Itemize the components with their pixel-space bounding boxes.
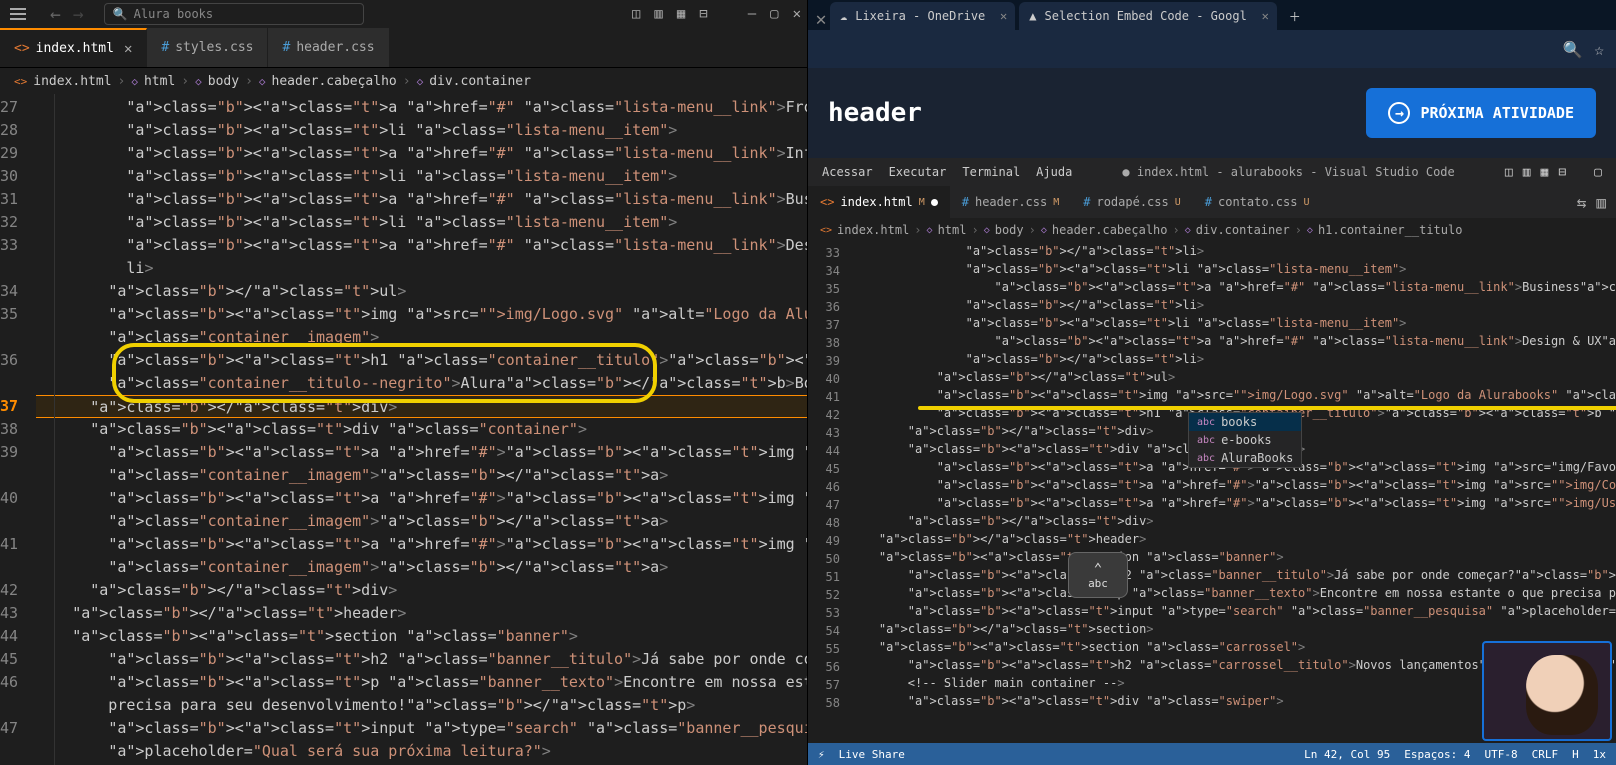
close-icon[interactable]: ✕ bbox=[124, 41, 132, 57]
vsc-breadcrumb[interactable]: <>index.html›◇html›◇body›◇header.cabeçal… bbox=[808, 218, 1616, 242]
left-vscode-window: ← → 🔍 Alura books ◫ ▥ ▦ ⊟ — ▢ ✕ <>index.… bbox=[0, 0, 808, 765]
layout-icon[interactable]: ◫ bbox=[632, 6, 640, 22]
breadcrumb[interactable]: <>index.html›◇html›◇body›◇header.cabeçal… bbox=[0, 68, 807, 94]
favicon: ▲ bbox=[1029, 9, 1036, 23]
cursor-position[interactable]: Ln 42, Col 95 bbox=[1304, 748, 1390, 761]
editor-tab[interactable]: <>index.htmlM bbox=[808, 186, 950, 218]
new-tab-button[interactable]: ＋ bbox=[1281, 2, 1309, 30]
remote-icon[interactable]: ⚡ bbox=[818, 748, 825, 761]
layout-icon[interactable]: ▥ bbox=[1523, 165, 1531, 180]
menu-item[interactable]: Ajuda bbox=[1036, 165, 1072, 179]
encoding[interactable]: UTF-8 bbox=[1485, 748, 1518, 761]
intellisense-popup[interactable]: abcbooksabce-booksabcAluraBooks bbox=[1188, 412, 1302, 468]
layout-icon[interactable]: ⊟ bbox=[1558, 165, 1566, 180]
course-header: header → PRÓXIMA ATIVIDADE bbox=[808, 68, 1616, 158]
back-icon[interactable]: ← bbox=[50, 4, 61, 25]
forward-icon[interactable]: → bbox=[73, 4, 84, 25]
browser-tab[interactable]: ☁Lixeira - OneDrive✕ bbox=[830, 2, 1015, 30]
editor-tab[interactable]: #header.cssM bbox=[950, 186, 1072, 218]
menu-item[interactable]: Executar bbox=[889, 165, 947, 179]
star-icon[interactable]: ☆ bbox=[1594, 40, 1604, 59]
code-editor[interactable]: 2728293031323334353637383940414243444546… bbox=[0, 94, 807, 765]
status-bar: ⚡ Live Share Ln 42, Col 95 Espaços: 4 UT… bbox=[808, 743, 1616, 765]
layout-icon[interactable]: ◫ bbox=[1505, 165, 1513, 180]
favicon: ☁ bbox=[840, 9, 847, 23]
layout-icon[interactable]: ▦ bbox=[1541, 165, 1549, 180]
menu-item[interactable]: Acessar bbox=[822, 165, 873, 179]
editor-tab[interactable]: #styles.css bbox=[147, 28, 268, 67]
editor-tab[interactable]: #header.css bbox=[268, 28, 389, 67]
modified-dot bbox=[931, 199, 938, 206]
vsc-menubar: Acessar Executar Terminal Ajuda ● index.htm… bbox=[808, 158, 1616, 186]
arrow-right-icon: → bbox=[1388, 102, 1410, 124]
close-icon[interactable]: ✕ bbox=[793, 6, 801, 22]
editor-tab[interactable]: #rodapé.cssU bbox=[1071, 186, 1193, 218]
editor-tabs: <>index.html✕#styles.css#header.css bbox=[0, 28, 807, 68]
layout-icon[interactable]: ⊟ bbox=[699, 6, 707, 22]
search-text: Alura books bbox=[134, 7, 213, 21]
embedded-vscode: Acessar Executar Terminal Ajuda ● index.htm… bbox=[808, 158, 1616, 765]
compare-icon[interactable]: ⇆ bbox=[1577, 193, 1587, 212]
layout-icon[interactable]: ▥ bbox=[654, 6, 662, 22]
browser-tab[interactable]: ▲Selection Embed Code - Googl✕ bbox=[1019, 2, 1277, 30]
lang[interactable]: H bbox=[1572, 748, 1579, 761]
eol[interactable]: CRLF bbox=[1532, 748, 1559, 761]
suggestion-item[interactable]: abcbooks bbox=[1189, 413, 1301, 431]
maximize-icon[interactable]: ▢ bbox=[770, 6, 778, 22]
next-activity-button[interactable]: → PRÓXIMA ATIVIDADE bbox=[1366, 88, 1596, 138]
minimize-icon[interactable]: — bbox=[748, 6, 756, 22]
right-browser-window: ✕ ☁Lixeira - OneDrive✕▲Selection Embed C… bbox=[808, 0, 1616, 765]
command-search[interactable]: 🔍 Alura books bbox=[104, 3, 364, 25]
vsc-window-title: ● index.html - alurabooks - Visual Studi… bbox=[1122, 165, 1454, 179]
live-share[interactable]: Live Share bbox=[839, 748, 905, 761]
tab-close-current[interactable]: ✕ bbox=[812, 9, 830, 30]
editor-tab[interactable]: <>index.html✕ bbox=[0, 28, 147, 67]
zoom[interactable]: 1x bbox=[1593, 748, 1606, 761]
webcam-overlay bbox=[1482, 641, 1612, 741]
browser-tabs: ✕ ☁Lixeira - OneDrive✕▲Selection Embed C… bbox=[808, 0, 1616, 30]
suggestion-item[interactable]: abcAluraBooks bbox=[1189, 449, 1301, 467]
zoom-icon[interactable]: 🔍 bbox=[1562, 40, 1582, 59]
maximize-icon[interactable]: ▢ bbox=[1594, 165, 1602, 180]
menu-icon[interactable] bbox=[6, 4, 30, 24]
spaces[interactable]: Espaços: 4 bbox=[1404, 748, 1470, 761]
vsc-tabs: <>index.htmlM#header.cssM#rodapé.cssU#co… bbox=[808, 186, 1616, 218]
close-icon[interactable]: ✕ bbox=[1262, 9, 1269, 23]
editor-tab[interactable]: #contato.cssU bbox=[1193, 186, 1322, 218]
address-bar: 🔍 ☆ bbox=[808, 30, 1616, 68]
suggestion-item[interactable]: abce-books bbox=[1189, 431, 1301, 449]
course-title: header bbox=[828, 98, 922, 128]
nav-arrows: ← → bbox=[30, 4, 104, 25]
next-label: PRÓXIMA ATIVIDADE bbox=[1420, 104, 1574, 122]
search-icon: 🔍 bbox=[113, 7, 128, 21]
hint-tooltip: ⌃ abc bbox=[1068, 552, 1128, 598]
titlebar: ← → 🔍 Alura books ◫ ▥ ▦ ⊟ — ▢ ✕ bbox=[0, 0, 807, 28]
close-icon[interactable]: ✕ bbox=[1000, 9, 1007, 23]
layout-icon[interactable]: ▦ bbox=[677, 6, 685, 22]
menu-item[interactable]: Terminal bbox=[962, 165, 1020, 179]
split-icon[interactable]: ▥ bbox=[1596, 193, 1606, 212]
